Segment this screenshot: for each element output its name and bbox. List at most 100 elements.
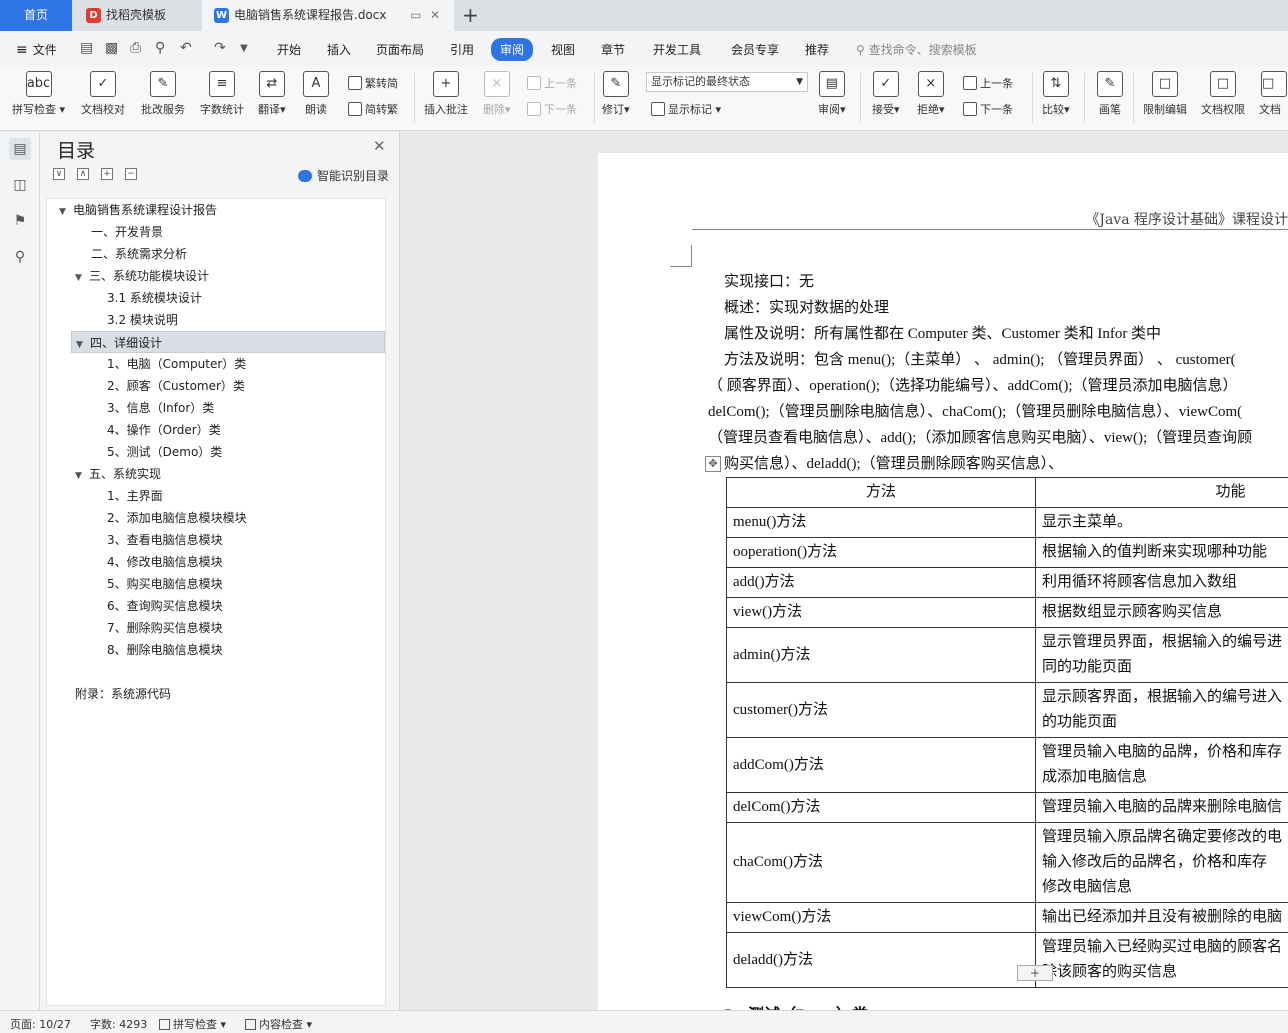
close-icon[interactable]: ✕ xyxy=(373,137,386,155)
toc-item[interactable]: 8、删除电脑信息模块 xyxy=(107,639,223,661)
menu-section[interactable]: 章节 xyxy=(601,41,625,58)
simp-to-trad-button[interactable]: 简转繁 xyxy=(348,101,398,117)
menu-insert[interactable]: 插入 xyxy=(327,41,351,58)
content-check-status[interactable]: 内容检查 ▾ xyxy=(245,1016,312,1032)
page-header: 《Java 程序设计基础》课程设计 xyxy=(1085,212,1288,228)
menu-start[interactable]: 开始 xyxy=(277,41,301,58)
toc-item[interactable]: 一、开发背景 xyxy=(91,221,163,243)
menu-member[interactable]: 会员专享 xyxy=(731,41,779,58)
insert-comment-button[interactable]: + 插入批注 xyxy=(424,71,468,117)
delete-comment-button[interactable]: × 删除▾ xyxy=(483,71,511,117)
new-tab-button[interactable]: + xyxy=(462,4,479,26)
tab-daoke-templates[interactable]: D 找稻壳模板 xyxy=(74,0,200,31)
menu-review[interactable]: 审阅 xyxy=(491,38,534,61)
doc-more-button[interactable]: □ 文档 xyxy=(1259,71,1288,117)
toc-item[interactable]: 4、修改电脑信息模块 xyxy=(107,551,223,573)
print-icon[interactable]: ⎙ xyxy=(130,40,141,56)
menu-page-layout[interactable]: 页面布局 xyxy=(376,41,424,58)
read-aloud-button[interactable]: A 朗读 xyxy=(303,71,329,117)
prev-change-button[interactable]: 上一条 xyxy=(963,75,1013,91)
toc-item[interactable]: 1、主界面 xyxy=(107,485,163,507)
tab-document[interactable]: W 电脑销售系统课程报告.docx ▭ ✕ xyxy=(202,0,454,31)
menu-view[interactable]: 视图 xyxy=(551,41,575,58)
track-changes-button[interactable]: ✎ 修订▾ xyxy=(602,71,630,117)
comment-icon: + xyxy=(433,71,459,97)
word-count-button[interactable]: ≡ 字数统计 xyxy=(200,71,244,117)
menu-recommend[interactable]: 推荐 xyxy=(805,41,829,58)
document-page[interactable]: 《Java 程序设计基础》课程设计 实现接口：无 概述：实现对数据的处理 属性及… xyxy=(598,153,1288,1010)
expand-all-icon[interactable]: ∨ xyxy=(53,168,65,180)
table-move-handle-icon[interactable]: ✥ xyxy=(705,456,721,472)
review-pane-button[interactable]: ▤ 审阅▾ xyxy=(818,71,846,117)
add-table-row-button[interactable]: + xyxy=(1017,965,1053,981)
doc-permission-button[interactable]: □ 文档权限 xyxy=(1201,71,1245,117)
toc-item[interactable]: 5、购买电脑信息模块 xyxy=(107,573,223,595)
toc-item[interactable]: 4、操作（Order）类 xyxy=(107,419,221,441)
toc-item[interactable]: 7、删除购买信息模块 xyxy=(107,617,223,639)
undo-icon[interactable]: ↶ xyxy=(180,40,192,56)
add-heading-icon[interactable]: + xyxy=(101,168,113,180)
accept-button[interactable]: ✓ 接受▾ xyxy=(872,71,900,117)
toc-item[interactable]: 3.2 模块说明 xyxy=(107,309,178,331)
toc-item[interactable]: ▼ 五、系统实现 xyxy=(75,463,161,485)
button-label: 文档权限 xyxy=(1201,103,1245,116)
compare-button[interactable]: ⇅ 比较▾ xyxy=(1042,71,1070,117)
print-preview-icon[interactable]: ⚲ xyxy=(155,40,165,56)
document-canvas[interactable]: 《Java 程序设计基础》课程设计 实现接口：无 概述：实现对数据的处理 属性及… xyxy=(401,132,1288,1010)
prev-comment-button[interactable]: 上一条 xyxy=(527,75,577,91)
next-change-button[interactable]: 下一条 xyxy=(963,101,1013,117)
tab-home[interactable]: 首页 xyxy=(0,0,72,31)
button-label: 下一条 xyxy=(980,103,1013,116)
toc-item[interactable]: 3、信息（Infor）类 xyxy=(107,397,214,419)
toc-item[interactable]: ▼ 三、系统功能模块设计 xyxy=(75,265,209,287)
toc-panel-icon[interactable]: ▤ xyxy=(9,138,31,160)
toc-item[interactable]: 附录：系统源代码 xyxy=(75,683,171,705)
show-markup-button[interactable]: 显示标记 ▾ xyxy=(651,101,721,117)
toc-item[interactable]: 2、添加电脑信息模块模块 xyxy=(107,507,247,529)
word-count-indicator[interactable]: 字数: 4293 xyxy=(90,1016,147,1032)
toc-item[interactable]: 5、测试（Demo）类 xyxy=(107,441,222,463)
batch-icon: ✎ xyxy=(150,71,176,97)
spell-check-button[interactable]: abc 拼写检查 ▾ xyxy=(12,71,65,117)
page-indicator[interactable]: 页面: 10/27 xyxy=(10,1016,71,1032)
menu-references[interactable]: 引用 xyxy=(450,41,474,58)
remove-heading-icon[interactable]: − xyxy=(125,168,137,180)
next-comment-button[interactable]: 下一条 xyxy=(527,101,577,117)
collapse-all-icon[interactable]: ∧ xyxy=(77,168,89,180)
find-icon[interactable]: ⚲ xyxy=(9,246,31,268)
command-search[interactable]: ⚲ 查找命令、搜索模板 xyxy=(856,41,977,58)
doc-proofread-button[interactable]: ✓ 文档校对 xyxy=(81,71,125,117)
body-line: 概述：实现对数据的处理 xyxy=(724,300,890,316)
pen-button[interactable]: ✎ 画笔 xyxy=(1097,71,1123,117)
menu-developer[interactable]: 开发工具 xyxy=(653,41,701,58)
window-restore-icon[interactable]: ▭ xyxy=(410,9,421,22)
toc-item[interactable]: ▼ 电脑销售系统课程设计报告 xyxy=(59,199,217,221)
redo-icon[interactable]: ↷ xyxy=(214,40,226,56)
smart-toc-button[interactable]: 智能识别目录 xyxy=(298,167,389,184)
toc-item[interactable]: 6、查询购买信息模块 xyxy=(107,595,223,617)
markup-state-select[interactable]: 显示标记的最终状态 ▼ xyxy=(646,72,808,92)
restrict-edit-button[interactable]: □ 限制编辑 xyxy=(1143,71,1187,117)
trad-to-simp-button[interactable]: 繁转简 xyxy=(348,75,398,91)
bookmark-icon[interactable]: ⚑ xyxy=(9,210,31,232)
toc-item[interactable]: 2、顾客（Customer）类 xyxy=(107,375,245,397)
toc-item-selected[interactable]: ▼ 四、详细设计 xyxy=(71,331,385,353)
toc-item[interactable]: 3.1 系统模块设计 xyxy=(107,287,202,309)
export-pdf-icon[interactable]: ▩ xyxy=(105,40,118,56)
save-icon[interactable]: ▤ xyxy=(80,40,93,56)
translate-button[interactable]: ⇄ 翻译▾ xyxy=(258,71,286,117)
status-label: 拼写检查 xyxy=(173,1018,217,1031)
file-menu[interactable]: ≡ 文件 xyxy=(16,41,57,58)
toc-item[interactable]: 二、系统需求分析 xyxy=(91,243,187,265)
close-tab-icon[interactable]: ✕ xyxy=(430,9,440,22)
methods-table[interactable]: 方法 功能 menu()方法 显示主菜单。 ooperation()方法 根据输入的… xyxy=(726,477,1288,988)
batch-service-button[interactable]: ✎ 批改服务 xyxy=(141,71,185,117)
chapter-nav-icon[interactable]: ◫ xyxy=(9,174,31,196)
button-label: 朗读 xyxy=(305,103,327,116)
spell-check-status[interactable]: 拼写检查 ▾ xyxy=(159,1016,226,1032)
toc-title: 目录 xyxy=(57,140,96,162)
toc-item[interactable]: 1、电脑（Computer）类 xyxy=(107,353,246,375)
reject-button[interactable]: × 拒绝▾ xyxy=(917,71,945,117)
quick-access-dropdown-icon[interactable]: ▼ xyxy=(240,43,248,54)
toc-item[interactable]: 3、查看电脑信息模块 xyxy=(107,529,223,551)
